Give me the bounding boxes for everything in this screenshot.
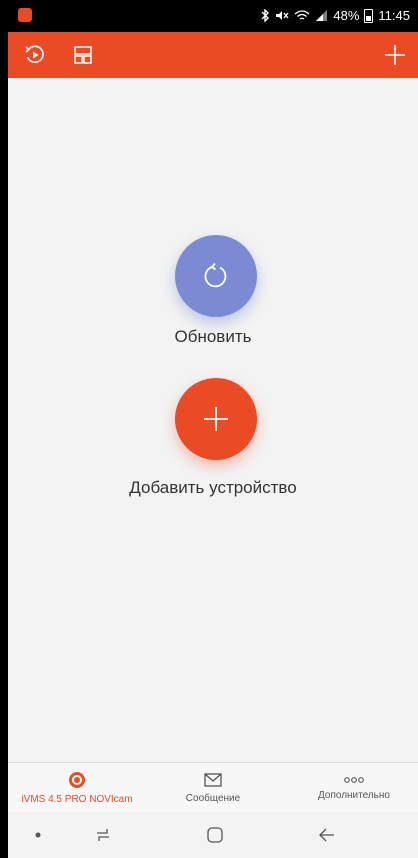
tab-messages-label: Сообщение xyxy=(185,793,241,804)
bottom-tab-bar: iVMS 4.5 PRO NOVIcam Сообщение Дополните… xyxy=(8,762,418,813)
mute-icon xyxy=(276,11,289,20)
refresh-label: Обновить xyxy=(174,327,252,346)
app-header xyxy=(8,32,418,78)
wifi-icon xyxy=(294,10,310,20)
home-button[interactable] xyxy=(200,812,230,858)
bluetooth-icon xyxy=(261,9,270,22)
battery-percent: 48% xyxy=(333,8,360,23)
add-header-button[interactable] xyxy=(380,32,410,78)
status-indicators: 48% 11:45 xyxy=(260,8,410,23)
add-device-button[interactable] xyxy=(175,378,257,460)
tab-devices-label: iVMS 4.5 PRO NOVIcam xyxy=(21,794,133,805)
system-nav-bar xyxy=(8,812,418,858)
tab-more[interactable]: Дополнительно xyxy=(298,763,410,813)
layout-icon xyxy=(74,46,92,64)
app-notification-icon xyxy=(18,8,32,22)
mail-icon xyxy=(204,773,222,787)
nav-dot-button[interactable] xyxy=(26,812,50,858)
refresh-icon xyxy=(204,262,227,288)
playback-button[interactable] xyxy=(20,32,50,78)
plus-icon xyxy=(204,407,228,431)
add-device-label: Добавить устройство xyxy=(129,478,297,497)
status-time: 11:45 xyxy=(378,8,410,23)
back-icon xyxy=(319,828,334,842)
refresh-button[interactable] xyxy=(175,235,257,317)
playback-icon xyxy=(25,45,44,64)
tab-messages[interactable]: Сообщение xyxy=(158,763,268,813)
back-button[interactable] xyxy=(312,812,342,858)
recent-apps-button[interactable] xyxy=(88,812,118,858)
tab-more-label: Дополнительно xyxy=(318,790,390,801)
phone-screen: 48% 11:45 Обновить Добавить устройство i… xyxy=(8,0,418,858)
recent-apps-icon xyxy=(97,829,109,841)
camera-icon xyxy=(69,772,85,788)
home-icon xyxy=(207,827,223,843)
dot-icon xyxy=(35,832,41,838)
signal-icon xyxy=(316,10,328,21)
layout-button[interactable] xyxy=(68,32,98,78)
tab-devices[interactable]: iVMS 4.5 PRO NOVIcam xyxy=(12,763,142,813)
add-icon xyxy=(385,45,405,65)
more-icon xyxy=(344,777,364,783)
battery-icon xyxy=(364,8,374,23)
status-bar: 48% 11:45 xyxy=(8,0,418,32)
